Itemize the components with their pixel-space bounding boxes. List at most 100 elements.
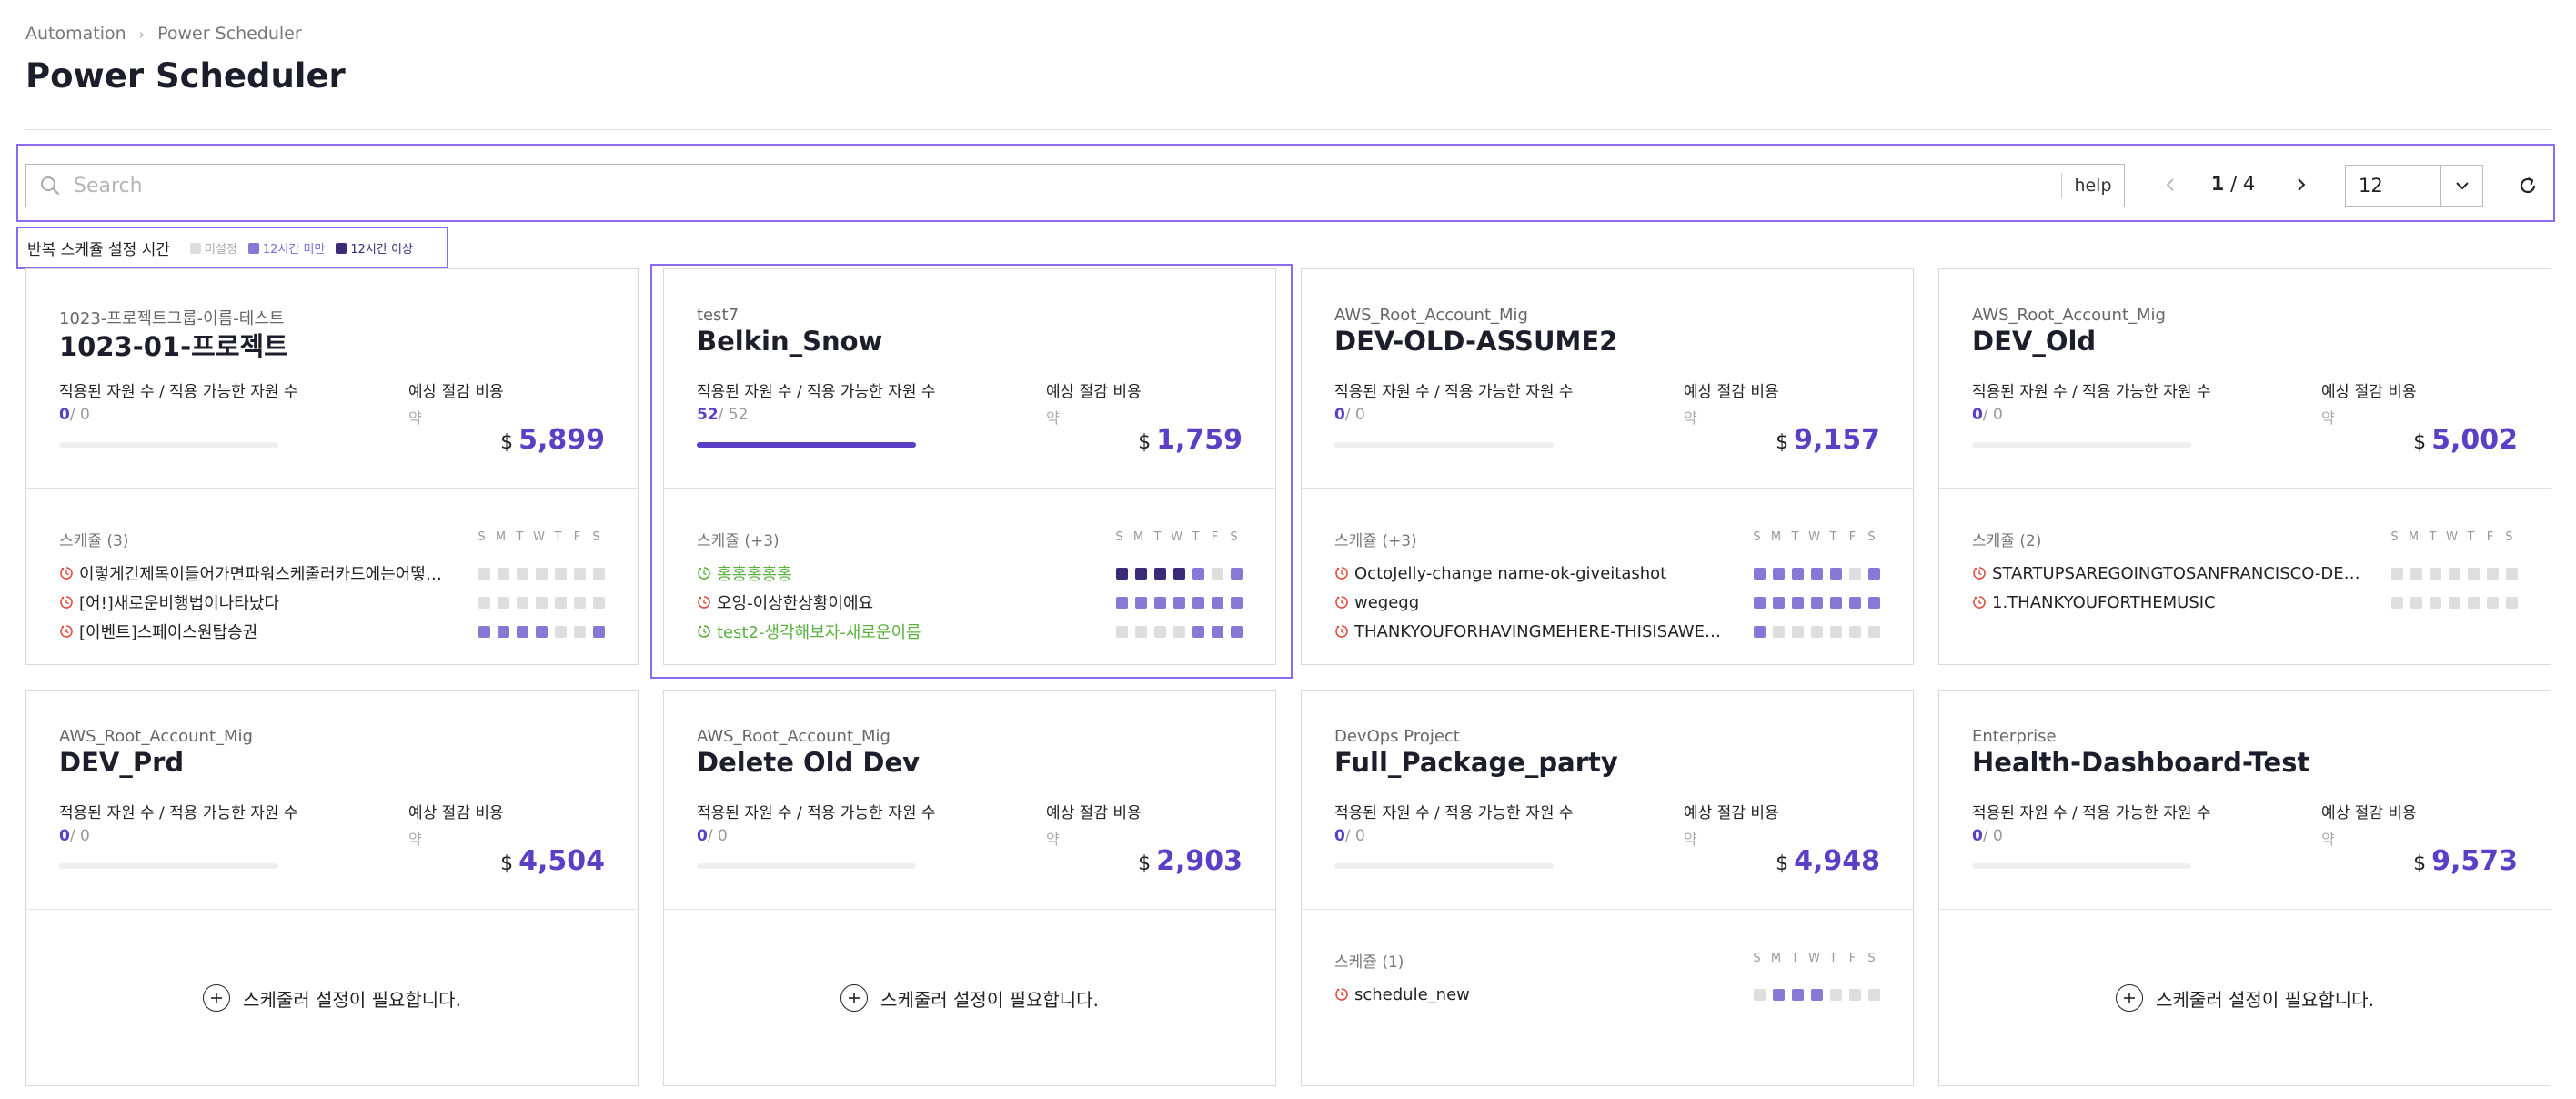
schedule-name[interactable]: wegegg [1354,593,1730,612]
card-title[interactable]: DEV_Prd [59,747,184,778]
help-button[interactable]: help [2062,176,2124,196]
schedule-row[interactable]: STARTUPSAREGOINGTOSANFRANCISCO-DESIGNWEE… [1972,561,2518,585]
chevron-down-icon[interactable] [2440,166,2482,206]
schedule-row[interactable]: THANKYOUFORHAVINGMEHERE-THISISAWESOME [1334,620,1880,643]
schedule-row[interactable]: [이벤트]스페이스원탑승권 [59,620,605,643]
scheduler-card[interactable]: test7 Belkin_Snow 적용된 자원 수 / 적용 가능한 자원 수… [663,268,1276,665]
day-cell [2391,567,2403,580]
weekday-cells [1746,625,1880,638]
scheduler-card[interactable]: AWS_Root_Account_Mig Delete Old Dev 적용된 … [663,690,1276,1086]
search-input[interactable] [74,174,2061,197]
schedule-name[interactable]: STARTUPSAREGOINGTOSANFRANCISCO-DESIGNWEE… [1992,564,2368,583]
plus-circle-icon [840,984,869,1012]
schedule-row[interactable]: [어!]새로운비행법이나타났다 [59,590,605,614]
day-cell [574,567,586,580]
card-title[interactable]: DEV_Old [1972,326,2096,357]
schedule-name[interactable]: schedule_new [1354,985,1730,1004]
schedule-name[interactable]: test2-생각해보자-새로운이름 [717,620,1092,643]
card-title[interactable]: 1023-01-프로젝트 [59,326,288,364]
schedule-row[interactable]: OctoJelly-change name-ok-giveitashot [1334,561,1880,585]
legend-label: 미설정 [204,243,237,257]
schedule-row[interactable]: schedule_new [1334,983,1880,1006]
weekday-label: S [1867,530,1876,544]
schedule-row[interactable]: 오잉-이상한상황이에요 [697,590,1243,614]
chevron-right-icon [2298,178,2306,191]
card-title[interactable]: Health-Dashboard-Test [1972,747,2309,778]
schedule-row[interactable]: 이렇게긴제목이들어가면파워스케줄러카드에는어떻게보일까요 [59,561,605,585]
card-title[interactable]: DEV-OLD-ASSUME2 [1334,326,1617,357]
add-scheduler-button[interactable]: 스케줄러 설정이 필요합니다. [26,909,638,1087]
card-title[interactable]: Delete Old Dev [697,747,920,778]
schedule-name[interactable]: [이벤트]스페이스원탑승권 [79,620,455,643]
day-cell [593,596,605,609]
savings-approx: 약 [408,831,422,848]
card-title[interactable]: Full_Package_party [1334,747,1618,778]
scheduler-card[interactable]: DevOps Project Full_Package_party 적용된 자원… [1301,690,1914,1086]
scheduler-card[interactable]: AWS_Root_Account_Mig DEV_Prd 적용된 자원 수 / … [25,690,639,1086]
schedule-name[interactable]: 홍홍홍홍홍 [717,561,1092,585]
resource-label: 적용된 자원 수 / 적용 가능한 자원 수 [1334,804,1574,822]
schedule-row[interactable]: test2-생각해보자-새로운이름 [697,620,1243,643]
weekday-label: S [1753,952,1761,965]
schedule-name[interactable]: 1.THANKYOUFORTHEMUSIC [1992,593,2368,612]
scheduler-card[interactable]: 1023-프로젝트그룹-이름-테스트 1023-01-프로젝트 적용된 자원 수… [25,268,639,665]
weekday-cells [1109,567,1243,580]
schedule-name[interactable]: [어!]새로운비행법이나타났다 [79,590,455,614]
day-cell [2410,567,2422,580]
weekday-label: W [533,530,545,544]
weekday-cells [1746,567,1880,580]
clock-inactive-icon [1973,567,1986,580]
schedule-row[interactable]: 홍홍홍홍홍 [697,561,1243,585]
day-cell [1135,625,1147,638]
day-cell [1773,625,1785,638]
day-cell [1135,567,1147,580]
resource-label: 적용된 자원 수 / 적용 가능한 자원 수 [697,383,936,401]
day-cell [1773,567,1785,580]
refresh-button[interactable] [2512,170,2543,201]
applied-count: 0 [1972,406,1983,424]
schedule-name[interactable]: OctoJelly-change name-ok-giveitashot [1354,564,1730,583]
legend-title: 반복 스케쥴 설정 시간 [27,241,170,259]
schedule-name[interactable]: 오잉-이상한상황이에요 [717,590,1092,614]
schedule-name[interactable]: THANKYOUFORHAVINGMEHERE-THISISAWESOME [1354,622,1730,641]
weekday-cells [1746,988,1880,1001]
day-cell [1773,596,1785,609]
day-cell [2487,567,2499,580]
breadcrumb-item-power-scheduler[interactable]: Power Scheduler [157,24,302,44]
currency: $ [1138,852,1152,875]
scheduler-card[interactable]: Enterprise Health-Dashboard-Test 적용된 자원 … [1938,690,2551,1086]
search-icon [26,165,74,207]
legend-label: 12시간 미만 [262,243,326,257]
page-size-select[interactable]: 12 [2345,165,2483,207]
resource-label: 적용된 자원 수 / 적용 가능한 자원 수 [59,383,298,401]
schedule-name[interactable]: 이렇게긴제목이들어가면파워스케줄러카드에는어떻게보일까요 [79,561,455,585]
next-page-button[interactable] [2285,169,2316,200]
divider [1939,488,2551,489]
schedule-label: 스케쥴 [1334,532,1377,550]
schedule-row[interactable]: wegegg [1334,590,1880,614]
currency: $ [500,852,514,875]
resource-progress-bar [1334,442,1554,448]
available-count: / 0 [1344,406,1365,424]
amount-value: 9,573 [2431,845,2518,877]
resource-progress-bar [1972,442,2191,448]
progress-fill [697,442,916,448]
day-cell [1116,625,1128,638]
card-title[interactable]: Belkin_Snow [697,326,882,357]
resource-count: 0/ 0 [1972,406,2003,424]
applied-count: 0 [1334,827,1345,845]
scheduler-card[interactable]: AWS_Root_Account_Mig DEV-OLD-ASSUME2 적용된… [1301,268,1914,665]
scheduler-card[interactable]: AWS_Root_Account_Mig DEV_Old 적용된 자원 수 / … [1938,268,2551,665]
day-cell [1849,625,1861,638]
resource-progress-bar [1972,863,2191,869]
day-cell [1173,596,1185,609]
breadcrumb-item-automation[interactable]: Automation [25,24,126,44]
page-title: Power Scheduler [25,56,346,96]
add-scheduler-button[interactable]: 스케줄러 설정이 필요합니다. [664,909,1275,1087]
prev-page-button[interactable] [2156,169,2187,200]
schedule-row[interactable]: 1.THANKYOUFORTHEMUSIC [1972,590,2518,614]
resource-count: 0/ 0 [59,827,90,845]
resource-count: 0/ 0 [697,827,728,845]
add-scheduler-button[interactable]: 스케줄러 설정이 필요합니다. [1939,909,2551,1087]
day-cell [1135,596,1147,609]
